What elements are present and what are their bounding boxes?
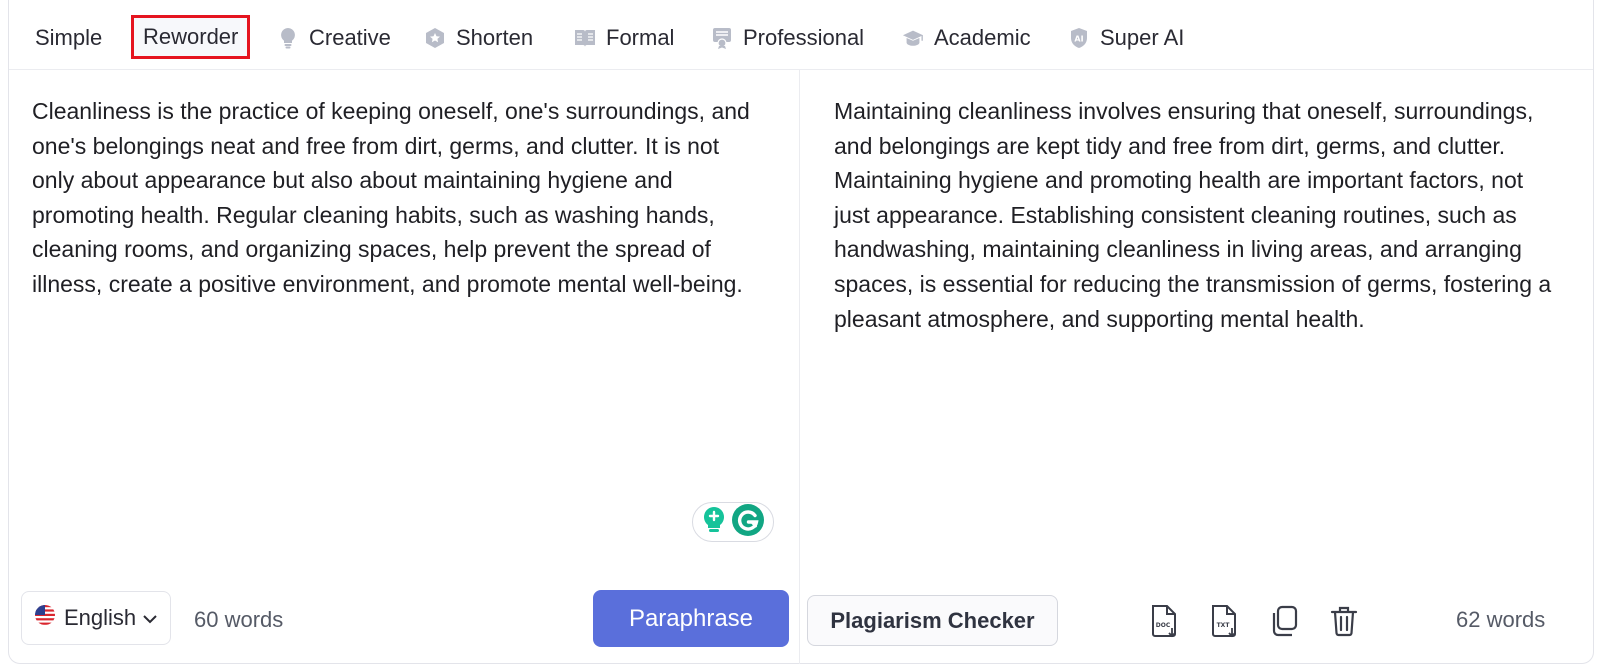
pane-divider bbox=[799, 70, 800, 664]
grammarly-bulb-icon[interactable] bbox=[701, 505, 727, 540]
tab-simple[interactable]: Simple bbox=[35, 18, 102, 58]
grammarly-g-icon[interactable] bbox=[731, 503, 765, 542]
svg-text:AI: AI bbox=[1074, 35, 1083, 44]
tab-label: Creative bbox=[309, 25, 391, 50]
tab-super-ai[interactable]: AI Super AI bbox=[1068, 18, 1184, 58]
grammarly-widget[interactable] bbox=[692, 502, 774, 542]
txt-download-icon[interactable]: TXT bbox=[1207, 603, 1241, 639]
tab-formal[interactable]: Formal bbox=[574, 18, 674, 58]
plagiarism-checker-button[interactable]: Plagiarism Checker bbox=[807, 595, 1058, 646]
svg-text:DOC: DOC bbox=[1156, 622, 1171, 629]
tab-academic[interactable]: Academic bbox=[902, 18, 1031, 58]
tab-reworder[interactable]: Reworder bbox=[131, 15, 251, 59]
output-text-area[interactable]: Maintaining cleanliness involves ensurin… bbox=[834, 94, 1564, 336]
copy-icon[interactable] bbox=[1267, 603, 1301, 639]
graduation-cap-icon bbox=[902, 27, 924, 49]
us-flag-icon bbox=[34, 604, 56, 632]
ai-shield-icon: AI bbox=[1068, 27, 1090, 49]
trash-icon[interactable] bbox=[1327, 603, 1361, 639]
svg-text:TXT: TXT bbox=[1217, 622, 1231, 629]
language-label: English bbox=[64, 605, 137, 630]
tab-label: Professional bbox=[743, 25, 865, 50]
certificate-icon bbox=[711, 27, 733, 49]
output-word-count: 62 words bbox=[1456, 607, 1546, 632]
input-text-area[interactable]: Cleanliness is the practice of keeping o… bbox=[32, 94, 752, 302]
paraphrase-button[interactable]: Paraphrase bbox=[593, 590, 789, 647]
tab-label: Formal bbox=[606, 25, 675, 50]
mode-tabs: Simple Reworder Creative Shorten Formal bbox=[9, 0, 1593, 70]
doc-download-icon[interactable]: DOC bbox=[1147, 603, 1181, 639]
input-word-count: 60 words bbox=[194, 607, 284, 632]
tab-creative[interactable]: Creative bbox=[277, 18, 391, 58]
tab-label: Simple bbox=[35, 25, 103, 50]
chevron-down-icon bbox=[142, 605, 158, 631]
tab-label: Shorten bbox=[456, 25, 534, 50]
lightbulb-icon bbox=[277, 27, 299, 49]
tab-label: Reworder bbox=[143, 24, 239, 49]
hexagon-star-icon bbox=[424, 27, 446, 49]
paraphraser-panel: Simple Reworder Creative Shorten Formal bbox=[8, 0, 1594, 664]
language-selector[interactable]: English bbox=[21, 591, 171, 645]
tab-label: Academic bbox=[934, 25, 1031, 50]
tab-label: Super AI bbox=[1100, 25, 1185, 50]
book-icon bbox=[574, 27, 596, 49]
tab-professional[interactable]: Professional bbox=[711, 18, 864, 58]
tab-shorten[interactable]: Shorten bbox=[424, 18, 533, 58]
